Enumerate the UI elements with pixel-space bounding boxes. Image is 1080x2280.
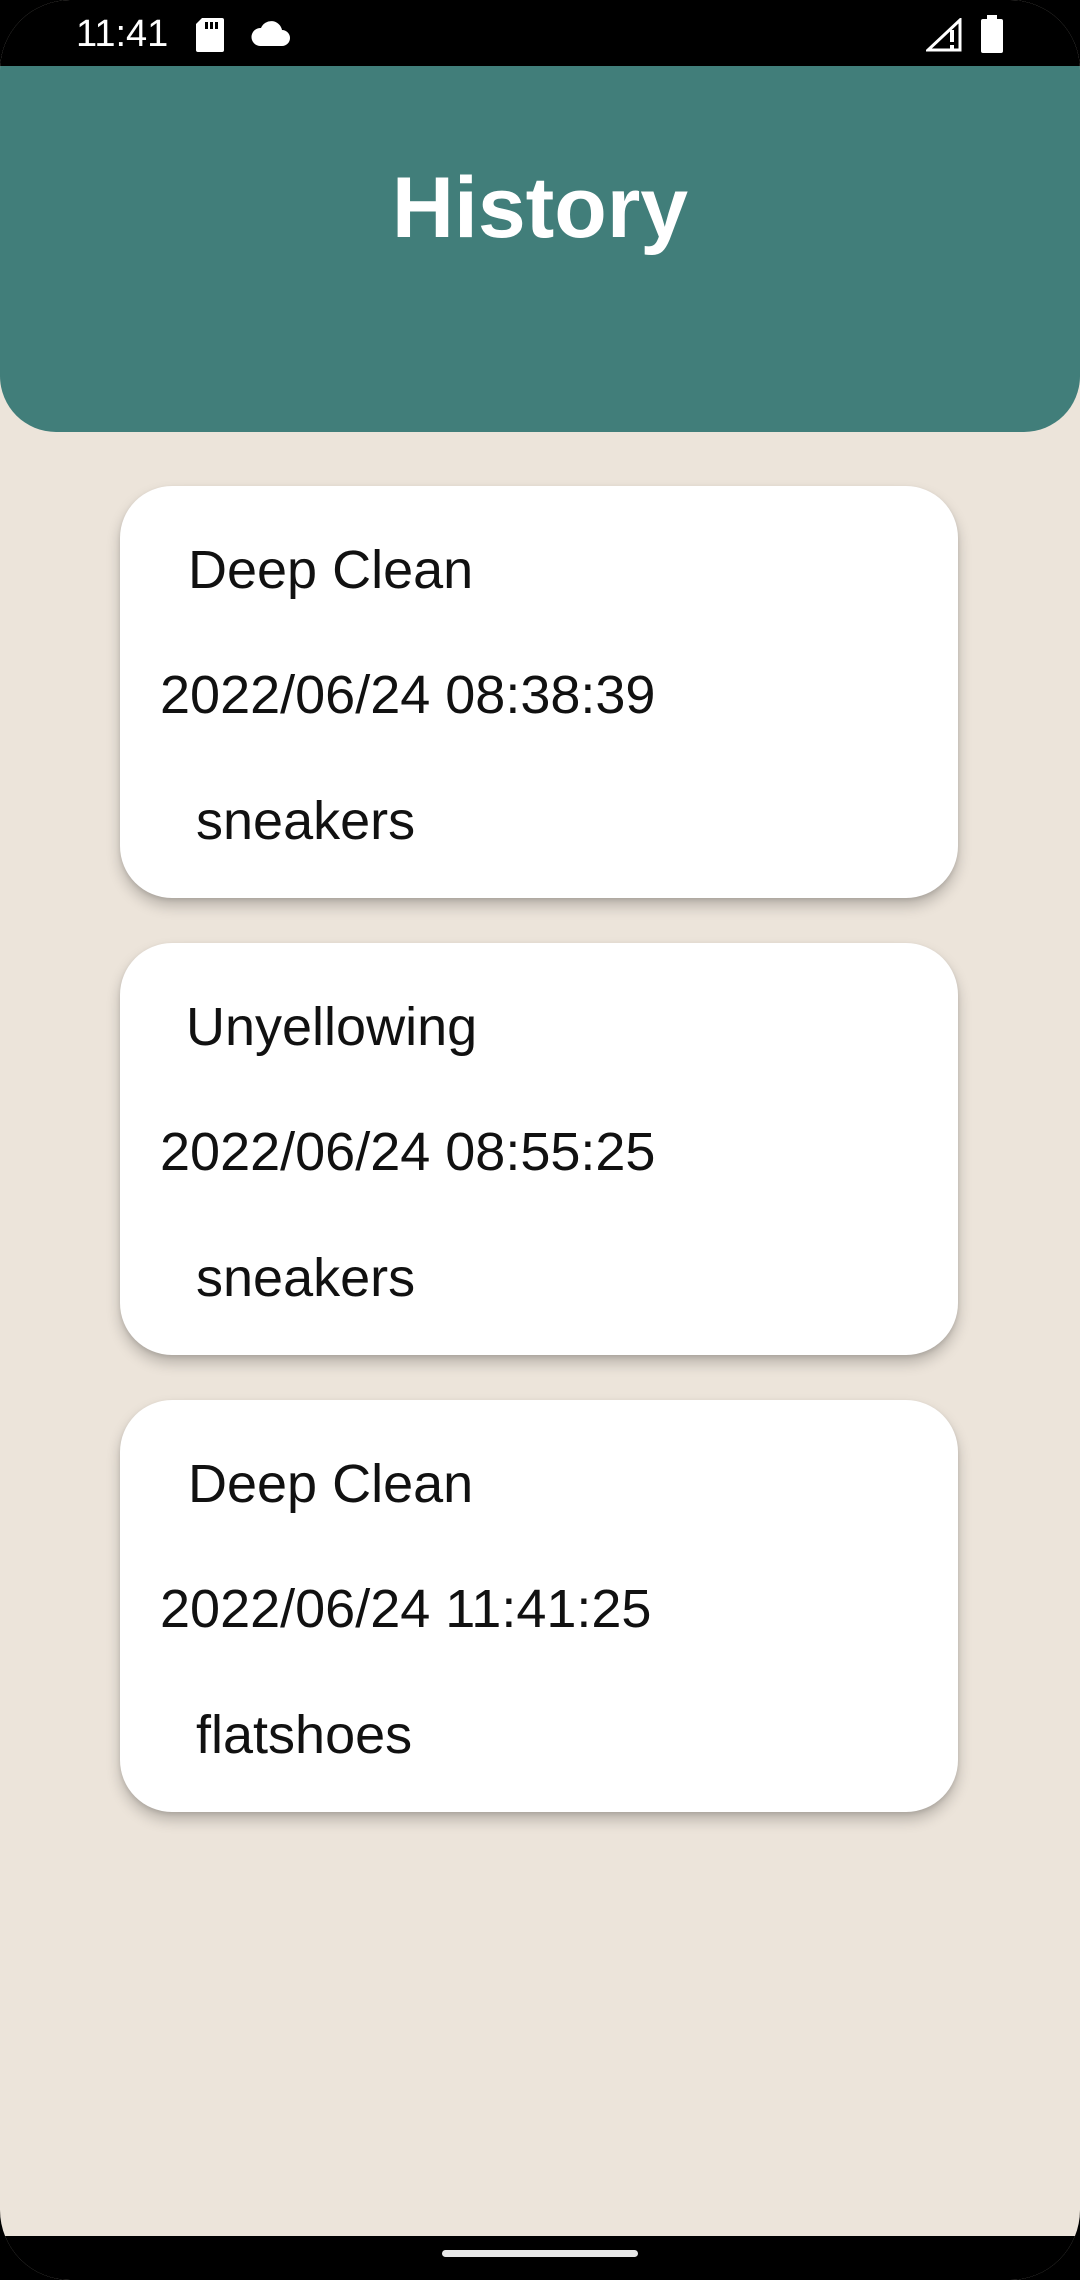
cloud-icon <box>250 20 290 51</box>
battery-icon <box>980 15 1004 58</box>
service-name: Deep Clean <box>188 540 474 600</box>
history-card[interactable]: Deep Clean 2022/06/24 11:41:25 flatshoes <box>120 1400 958 1812</box>
order-datetime: 2022/06/24 11:41:25 <box>160 1579 652 1639</box>
order-datetime: 2022/06/24 08:38:39 <box>160 665 656 725</box>
shoe-type: sneakers <box>196 1248 416 1308</box>
app-header: History <box>0 66 1080 432</box>
shoe-type: flatshoes <box>196 1705 413 1765</box>
history-list: Deep Clean 2022/06/24 08:38:39 sneakers … <box>120 486 960 1857</box>
sd-card-icon <box>196 18 224 57</box>
shoe-type: sneakers <box>196 791 416 851</box>
service-name: Unyellowing <box>186 997 478 1057</box>
navigation-bar <box>0 2236 1080 2280</box>
history-card[interactable]: Deep Clean 2022/06/24 08:38:39 sneakers <box>120 486 958 898</box>
history-card[interactable]: Unyellowing 2022/06/24 08:55:25 sneakers <box>120 943 958 1355</box>
signal-icon <box>924 16 962 57</box>
order-datetime: 2022/06/24 08:55:25 <box>160 1122 656 1182</box>
page-title: History <box>391 160 689 256</box>
status-bar: 11:41 <box>0 0 1080 66</box>
app-screen: 11:41 History Deep Clean 2022/06/24 08:3… <box>0 0 1080 2280</box>
service-name: Deep Clean <box>188 1454 474 1514</box>
home-indicator[interactable] <box>442 2250 638 2257</box>
status-time: 11:41 <box>76 13 169 55</box>
